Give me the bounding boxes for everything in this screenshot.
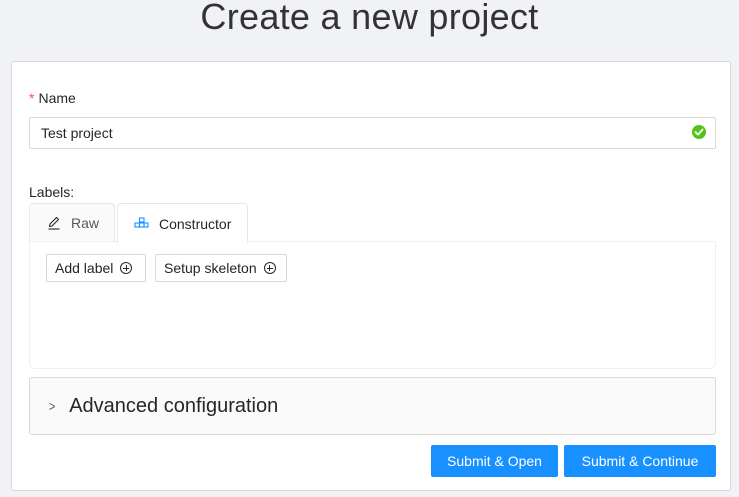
create-project-form: *Name Labels: Raw Constructor: [11, 61, 731, 491]
tab-raw-label: Raw: [71, 215, 100, 231]
add-label-text: Add label: [55, 260, 114, 276]
submit-continue-button[interactable]: Submit & Continue: [564, 445, 716, 477]
advanced-configuration-collapse[interactable]: > Advanced configuration: [29, 377, 716, 435]
tab-raw[interactable]: Raw: [29, 203, 115, 242]
tab-constructor-label: Constructor: [159, 215, 232, 232]
advanced-configuration-title: Advanced configuration: [69, 394, 279, 417]
tab-constructor[interactable]: Constructor: [117, 203, 248, 243]
build-blocks-icon: [134, 217, 149, 230]
setup-skeleton-text: Setup skeleton: [164, 260, 257, 276]
plus-circle-icon: [120, 262, 133, 274]
page-title: Create a new project: [200, 0, 539, 37]
submit-open-button[interactable]: Submit & Open: [431, 445, 558, 477]
setup-skeleton-button[interactable]: Setup skeleton: [155, 254, 287, 282]
name-input[interactable]: [29, 117, 716, 149]
chevron-right-icon: >: [48, 398, 56, 414]
name-field-label: * Name: [29, 90, 76, 106]
check-circle-icon: [692, 125, 706, 139]
labels-field-label: Labels:: [29, 184, 75, 200]
edit-pencil-icon: [47, 216, 61, 230]
name-label-text: Name: [38, 90, 76, 106]
constructor-panel: Add label Setup skeleton: [29, 241, 716, 369]
plus-circle-icon: [263, 262, 276, 274]
required-mark: *: [29, 90, 35, 106]
add-label-button[interactable]: Add label: [46, 254, 146, 282]
